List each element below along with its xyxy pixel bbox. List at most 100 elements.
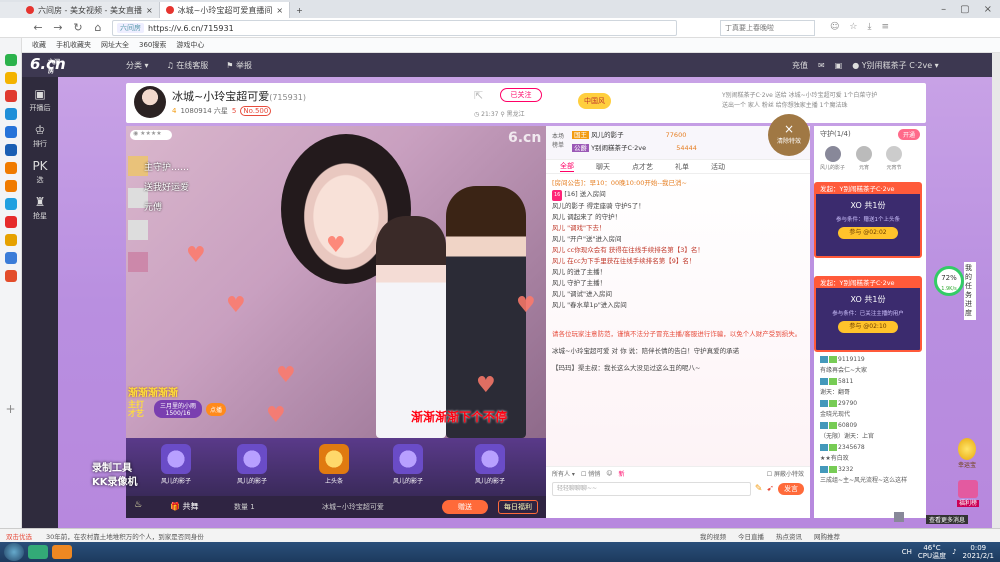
tab-chat[interactable]: 聊天	[596, 162, 610, 172]
note-icon[interactable]	[4, 252, 17, 264]
download-icon[interactable]: ⤓	[867, 22, 871, 32]
follow-button[interactable]: 已关注	[500, 88, 542, 102]
extension-icon[interactable]: ☺	[830, 22, 839, 32]
audience-row[interactable]: 5811 谢天：翻哥	[814, 376, 926, 398]
scroll-top-button[interactable]	[894, 512, 904, 522]
minimize-icon[interactable]: –	[941, 4, 946, 15]
game-icon[interactable]: ▣	[835, 61, 843, 70]
audience-row[interactable]: 2345678 ★★有白玫	[814, 442, 926, 464]
chat-recipient-select[interactable]: 所有人 ▾	[552, 469, 575, 478]
sidenav-live[interactable]: ▣ 开播后	[22, 87, 58, 113]
join-red-packet-button[interactable]: 参与 @02:02	[838, 227, 898, 239]
tab-activity[interactable]: 活动	[711, 162, 725, 172]
news-icon[interactable]	[4, 216, 17, 228]
guard-avatar[interactable]: 元宵节	[883, 146, 905, 171]
quantity-input[interactable]: 1	[250, 503, 254, 511]
lucky-treasure-button[interactable]: 幸运宝	[952, 438, 982, 470]
bookmark-item[interactable]: 网址大全	[101, 40, 129, 50]
taskbar-app-icon[interactable]	[52, 545, 72, 559]
clock[interactable]: 0:09 2021/2/1	[963, 544, 994, 560]
sidenav-star[interactable]: ♜ 抢星	[22, 195, 58, 221]
news-ticker[interactable]: 30年前，在农村靠土地堆积万的个人，到家是否同身份	[46, 531, 204, 541]
audience-row[interactable]: 29790 金晓光现代	[814, 398, 926, 420]
status-left[interactable]: 双击优选	[6, 531, 32, 541]
close-window-icon[interactable]: ×	[984, 4, 992, 15]
site-logo[interactable]: 6.cn 六间房	[30, 55, 66, 75]
broom-icon[interactable]: ✎	[755, 484, 763, 494]
send-message-button[interactable]: 发言	[778, 483, 804, 495]
menu-icon[interactable]: ≡	[881, 22, 889, 32]
rocket-icon[interactable]: ➹	[766, 484, 774, 494]
mail-icon[interactable]: ✉	[818, 61, 825, 70]
home-icon[interactable]: ⌂	[90, 21, 106, 34]
open-guard-button[interactable]: 开通	[897, 128, 920, 140]
sidenav-pk[interactable]: PK 选	[22, 159, 58, 185]
mail-icon[interactable]	[4, 108, 17, 120]
language-indicator[interactable]: CH	[902, 548, 912, 556]
star-icon[interactable]: ☆	[849, 22, 857, 32]
block-effects-checkbox[interactable]: ☐ 屏蔽小特效	[767, 469, 804, 478]
back-icon[interactable]: ←	[30, 21, 46, 34]
status-item[interactable]: 我的视频	[700, 531, 726, 541]
gift-slot[interactable]: 风儿的影子	[470, 444, 510, 488]
video-player[interactable]: ♥ ♥ ♥ ♥ ♥ ♥ ♥ 6.cn ◉ ★★★★ 主守护…… 送我好运爱 元傅…	[126, 126, 546, 438]
status-item[interactable]: 热点资讯	[776, 531, 802, 541]
rank-avatar[interactable]	[128, 252, 148, 272]
share-icon[interactable]: ⇱	[474, 89, 483, 102]
game-icon[interactable]	[4, 144, 17, 156]
url-input[interactable]: 六间房 https://v.6.cn/715931	[112, 20, 677, 36]
shop-icon[interactable]	[4, 162, 17, 174]
anchor-avatar[interactable]	[134, 86, 166, 118]
nav-report[interactable]: ⚑ 举报	[226, 60, 252, 71]
close-icon[interactable]: ×	[146, 6, 153, 15]
start-icon[interactable]	[4, 543, 24, 561]
new-gift-icon[interactable]: 新	[619, 469, 625, 478]
tab-home[interactable]: 六间房 - 美女视频 - 美女直播 ×	[0, 2, 160, 18]
taskbar-browser-icon[interactable]	[28, 545, 48, 559]
search-input[interactable]: 丁真要上春晚啦	[720, 20, 815, 36]
gift-slot-headline[interactable]: 上头条	[314, 444, 354, 488]
more-messages-button[interactable]: 查看更多消息	[926, 515, 969, 524]
bookmark-item[interactable]: 360搜索	[139, 40, 166, 50]
task-progress-ring[interactable]: 72% 1.9K/s	[934, 266, 964, 296]
guard-avatar[interactable]: 风儿的影子	[820, 146, 845, 171]
cloud-icon[interactable]	[4, 198, 17, 210]
task-progress-label[interactable]: 我的任务进度	[964, 262, 976, 320]
tab-talent[interactable]: 点才艺	[632, 162, 653, 172]
sidenav-rank[interactable]: ♔ 排行	[22, 123, 58, 149]
gift-select[interactable]: 🎁 共舞	[170, 501, 199, 512]
audience-row[interactable]: 9119119 有缘再会仁~大家	[814, 354, 926, 376]
welfare-button[interactable]: 福利榜	[952, 480, 984, 510]
new-tab-button[interactable]: +	[290, 2, 309, 18]
nav-service[interactable]: ♫ 在线客服	[167, 60, 209, 71]
emoji-icon[interactable]: ☺	[606, 470, 612, 477]
request-song-button[interactable]: 点播	[206, 402, 227, 416]
p-icon[interactable]	[4, 126, 17, 138]
close-icon[interactable]: ×	[276, 6, 283, 15]
tool-icon[interactable]	[4, 234, 17, 246]
bookmark-item[interactable]: 游戏中心	[176, 40, 204, 50]
gift-slot[interactable]: 风儿的影子	[156, 444, 196, 488]
daily-welfare-button[interactable]: 每日福利	[498, 500, 538, 514]
private-checkbox[interactable]: ☐ 悄悄	[581, 469, 600, 478]
audience-row[interactable]: 60809 （无限）谢天：上官	[814, 420, 926, 442]
gift-slot[interactable]: 风儿的影子	[388, 444, 428, 488]
tab-gifts[interactable]: 礼单	[675, 162, 689, 172]
favorite-icon[interactable]	[4, 72, 17, 84]
app-icon[interactable]	[4, 54, 17, 66]
send-gift-button[interactable]: 赠送	[442, 500, 488, 514]
bookmark-item[interactable]: 手机收藏夹	[56, 40, 91, 50]
reload-icon[interactable]: ↻	[70, 21, 86, 34]
bookmark-item[interactable]: 收藏	[32, 40, 46, 50]
tab-all[interactable]: 全部	[560, 161, 574, 172]
guard-avatar[interactable]: 元宵	[853, 146, 875, 171]
weibo-icon[interactable]	[4, 90, 17, 102]
status-item[interactable]: 网购推荐	[814, 531, 840, 541]
rank-avatar[interactable]	[128, 220, 148, 240]
gift-slot[interactable]: 风儿的影子	[232, 444, 272, 488]
send-target[interactable]: 冰城~小玲宝超可爱	[322, 502, 384, 512]
nav-category[interactable]: 分类 ▾	[126, 60, 149, 71]
status-item[interactable]: 今日直播	[738, 531, 764, 541]
user-avatar[interactable]: ● Y别闹糕茶子 C·2ve ▾	[852, 60, 938, 71]
join-red-packet-button[interactable]: 参与 @02:10	[838, 321, 898, 333]
